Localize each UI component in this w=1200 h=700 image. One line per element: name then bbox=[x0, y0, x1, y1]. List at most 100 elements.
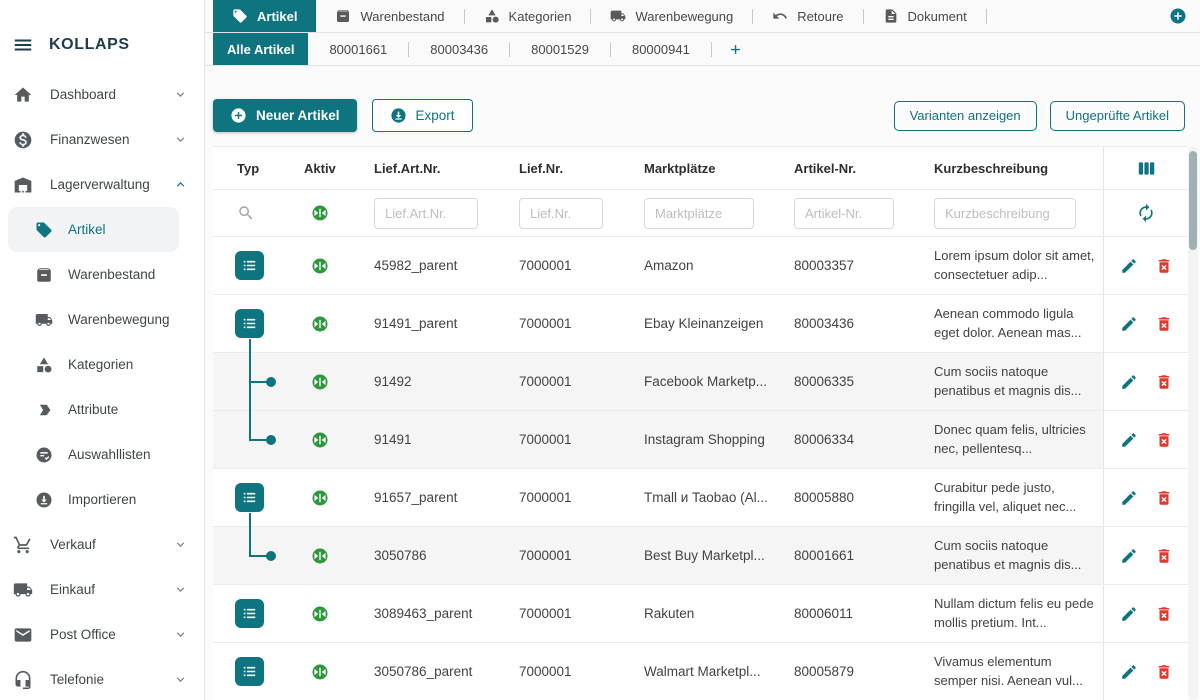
unverified-articles-button[interactable]: Ungeprüfte Artikel bbox=[1050, 101, 1185, 131]
sidebar-item-importieren[interactable]: Importieren bbox=[0, 477, 204, 522]
sidebar-nav: Dashboard Finanzwesen Lagerverwaltung Ar… bbox=[0, 72, 204, 700]
sidebar-item-einkauf[interactable]: Einkauf bbox=[0, 567, 204, 612]
tab-kategorien[interactable]: Kategorien bbox=[465, 0, 591, 32]
active-status-icon bbox=[311, 489, 329, 507]
sidebar-item-finanzwesen[interactable]: Finanzwesen bbox=[0, 117, 204, 162]
typ-cell bbox=[213, 295, 290, 352]
sidebar-item-lagerverwaltung[interactable]: Lagerverwaltung bbox=[0, 162, 204, 207]
article-type-button[interactable] bbox=[235, 657, 264, 686]
tab-article-80003436[interactable]: 80003436 bbox=[409, 33, 509, 65]
typ-cell bbox=[213, 585, 290, 642]
tab-retoure[interactable]: Retoure bbox=[753, 0, 862, 32]
filter-aktiv-cell bbox=[290, 204, 360, 222]
delete-trash-icon[interactable] bbox=[1155, 547, 1173, 565]
filter-cell bbox=[630, 198, 780, 229]
delete-trash-icon[interactable] bbox=[1155, 257, 1173, 275]
headset-icon bbox=[13, 670, 33, 690]
row-actions-cell bbox=[1103, 643, 1188, 700]
tab-artikel[interactable]: Artikel bbox=[213, 0, 316, 32]
delete-trash-icon[interactable] bbox=[1155, 431, 1173, 449]
table-row[interactable]: 91657_parent 7000001 Tmall и Taobao (Al.… bbox=[213, 469, 1188, 527]
lief-art-nr-cell: 45982_parent bbox=[360, 258, 505, 273]
table-row[interactable]: 91491_parent 7000001 Ebay Kleinanzeigen … bbox=[213, 295, 1188, 353]
sidebar-item-post-office[interactable]: Post Office bbox=[0, 612, 204, 657]
column-header-kurzbeschreibung[interactable]: Kurzbeschreibung bbox=[920, 161, 1103, 176]
table-row-child[interactable]: 91491 7000001 Instagram Shopping 8000633… bbox=[213, 411, 1188, 469]
article-type-button[interactable] bbox=[235, 483, 264, 512]
column-header-artikel-nr[interactable]: Artikel-Nr. bbox=[780, 161, 920, 176]
table-scrollbar-track[interactable] bbox=[1188, 146, 1198, 700]
tab-alle-artikel[interactable]: Alle Artikel bbox=[213, 33, 308, 65]
sidebar-item-auswahllisten[interactable]: Auswahllisten bbox=[0, 432, 204, 477]
table-row[interactable]: 45982_parent 7000001 Amazon 80003357 Lor… bbox=[213, 237, 1188, 295]
add-tab-icon[interactable] bbox=[1169, 7, 1187, 25]
sidebar-item-artikel[interactable]: Artikel bbox=[8, 207, 179, 252]
export-button[interactable]: Export bbox=[372, 99, 473, 132]
tab-warenbestand[interactable]: Warenbestand bbox=[316, 0, 463, 32]
artikel-nr-cell: 80003436 bbox=[780, 316, 920, 331]
edit-pencil-icon[interactable] bbox=[1120, 605, 1138, 623]
edit-pencil-icon[interactable] bbox=[1120, 489, 1138, 507]
refresh-icon[interactable] bbox=[1136, 203, 1156, 223]
marktplatz-cell: Best Buy Marketpl... bbox=[630, 548, 780, 563]
filter-marktplaetze-input[interactable] bbox=[644, 198, 754, 229]
tab-label: Artikel bbox=[257, 9, 297, 24]
chevron-up-icon bbox=[173, 177, 188, 192]
column-settings-icon[interactable] bbox=[1136, 158, 1157, 179]
tab-dokument[interactable]: Dokument bbox=[864, 0, 986, 32]
delete-trash-icon[interactable] bbox=[1155, 605, 1173, 623]
column-header-aktiv[interactable]: Aktiv bbox=[290, 161, 360, 176]
delete-trash-icon[interactable] bbox=[1155, 373, 1173, 391]
edit-pencil-icon[interactable] bbox=[1120, 431, 1138, 449]
search-icon[interactable] bbox=[237, 204, 255, 222]
delete-trash-icon[interactable] bbox=[1155, 489, 1173, 507]
sidebar-item-kategorien[interactable]: Kategorien bbox=[0, 342, 204, 387]
new-article-button[interactable]: Neuer Artikel bbox=[213, 99, 357, 132]
table-row-child[interactable]: 3050786 7000001 Best Buy Marketpl... 800… bbox=[213, 527, 1188, 585]
table-scrollbar-thumb[interactable] bbox=[1189, 151, 1197, 250]
column-header-lief-art-nr[interactable]: Lief.Art.Nr. bbox=[360, 161, 505, 176]
list-icon bbox=[240, 604, 259, 623]
article-type-button[interactable] bbox=[235, 251, 264, 280]
articles-table: Typ Aktiv Lief.Art.Nr. Lief.Nr. Marktplä… bbox=[213, 146, 1188, 700]
kurzbeschreibung-cell: Nullam dictum felis eu pede mollis preti… bbox=[920, 595, 1103, 631]
sidebar-item-telefonie[interactable]: Telefonie bbox=[0, 657, 204, 700]
delete-trash-icon[interactable] bbox=[1155, 315, 1173, 333]
edit-pencil-icon[interactable] bbox=[1120, 547, 1138, 565]
home-icon bbox=[13, 85, 33, 105]
sidebar-item-attribute[interactable]: Attribute bbox=[0, 387, 204, 432]
tab-article-80001529[interactable]: 80001529 bbox=[510, 33, 610, 65]
lief-art-nr-cell: 3050786 bbox=[360, 548, 505, 563]
column-header-typ[interactable]: Typ bbox=[213, 161, 290, 176]
plus-circle-icon bbox=[230, 107, 247, 124]
delete-trash-icon[interactable] bbox=[1155, 663, 1173, 681]
sidebar-item-warenbewegung[interactable]: Warenbewegung bbox=[0, 297, 204, 342]
sidebar-item-label: Finanzwesen bbox=[50, 132, 130, 147]
tab-article-80001661[interactable]: 80001661 bbox=[308, 33, 408, 65]
column-header-lief-nr[interactable]: Lief.Nr. bbox=[505, 161, 630, 176]
filter-kurzbeschreibung-input[interactable] bbox=[934, 198, 1076, 229]
sidebar-item-warenbestand[interactable]: Warenbestand bbox=[0, 252, 204, 297]
filter-lief-nr-input[interactable] bbox=[519, 198, 603, 229]
table-row[interactable]: 3050786_parent 7000001 Walmart Marketpl.… bbox=[213, 643, 1188, 700]
add-article-tab-button[interactable] bbox=[712, 33, 759, 65]
column-header-marktplaetze[interactable]: Marktplätze bbox=[630, 161, 780, 176]
active-toggle-icon[interactable] bbox=[311, 204, 329, 222]
sidebar-item-dashboard[interactable]: Dashboard bbox=[0, 72, 204, 117]
article-type-button[interactable] bbox=[235, 309, 264, 338]
tab-article-80000941[interactable]: 80000941 bbox=[611, 33, 711, 65]
edit-pencil-icon[interactable] bbox=[1120, 257, 1138, 275]
filter-lief-art-nr-input[interactable] bbox=[374, 198, 478, 229]
edit-pencil-icon[interactable] bbox=[1120, 373, 1138, 391]
edit-pencil-icon[interactable] bbox=[1120, 663, 1138, 681]
table-row[interactable]: 3089463_parent 7000001 Rakuten 80006011 … bbox=[213, 585, 1188, 643]
article-type-button[interactable] bbox=[235, 599, 264, 628]
sidebar-item-verkauf[interactable]: Verkauf bbox=[0, 522, 204, 567]
show-variants-button[interactable]: Varianten anzeigen bbox=[894, 101, 1037, 131]
hamburger-menu-icon[interactable] bbox=[12, 34, 34, 56]
tab-warenbewegung[interactable]: Warenbewegung bbox=[591, 0, 752, 32]
marktplatz-cell: Instagram Shopping bbox=[630, 432, 780, 447]
table-row-child[interactable]: 91492 7000001 Facebook Marketp... 800063… bbox=[213, 353, 1188, 411]
filter-artikel-nr-input[interactable] bbox=[794, 198, 894, 229]
edit-pencil-icon[interactable] bbox=[1120, 315, 1138, 333]
